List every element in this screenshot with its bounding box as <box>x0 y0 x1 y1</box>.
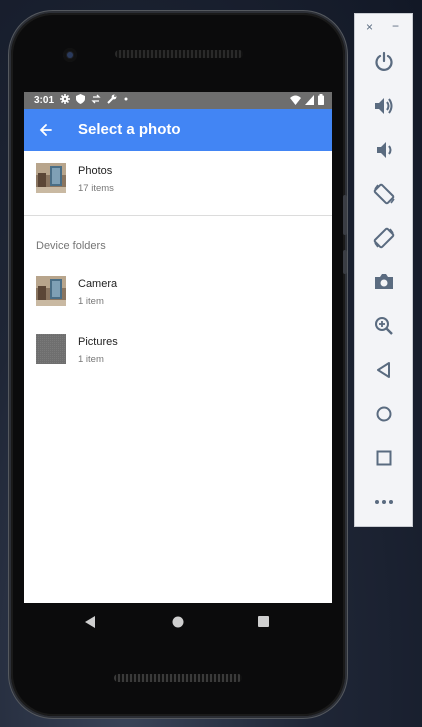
album-item-photos[interactable]: Photos 17 items <box>24 151 332 203</box>
status-right-icons <box>290 94 324 108</box>
volume-up-icon[interactable] <box>369 91 399 121</box>
wifi-icon <box>290 95 301 108</box>
status-time: 3:01 <box>34 95 55 106</box>
album-thumbnail <box>36 163 66 193</box>
folder-name: Pictures <box>78 336 118 348</box>
notification-dot-icon <box>123 94 129 107</box>
page-title: Select a photo <box>78 121 181 138</box>
overview-icon[interactable] <box>369 443 399 473</box>
section-divider <box>24 215 332 216</box>
back-icon[interactable] <box>369 355 399 385</box>
device-screen: 3:01 Select a photo Photos 17 items Devi… <box>24 92 332 603</box>
folder-item-camera[interactable]: Camera 1 item <box>24 264 332 316</box>
status-bar: 3:01 <box>24 92 332 109</box>
more-icon[interactable] <box>369 487 399 517</box>
album-name: Photos <box>78 165 113 177</box>
album-count: 17 items <box>78 183 114 194</box>
side-volume-button <box>343 195 347 235</box>
back-arrow-icon[interactable] <box>34 118 58 142</box>
zoom-icon[interactable] <box>369 311 399 341</box>
rotate-left-icon[interactable] <box>369 179 399 209</box>
side-power-button <box>343 250 347 274</box>
settings-icon <box>60 94 71 107</box>
sync-icon <box>91 94 101 107</box>
earpiece-speaker <box>115 50 243 58</box>
app-bar: Select a photo <box>24 109 332 151</box>
close-icon[interactable]: × <box>366 20 373 34</box>
camera-screenshot-icon[interactable] <box>369 267 399 297</box>
power-icon[interactable] <box>369 47 399 77</box>
folder-count: 1 item <box>78 354 104 365</box>
shield-icon <box>76 94 86 107</box>
home-icon[interactable] <box>369 399 399 429</box>
bottom-speaker <box>114 674 242 682</box>
folder-count: 1 item <box>78 296 104 307</box>
folder-name: Camera <box>78 278 118 290</box>
battery-icon <box>318 94 324 108</box>
emulator-control-panel: × − <box>354 13 413 527</box>
nav-home-icon[interactable] <box>171 615 185 629</box>
cell-signal-icon <box>305 94 314 108</box>
navigation-bar <box>24 603 332 641</box>
front-camera <box>63 48 77 62</box>
wrench-icon <box>107 94 117 107</box>
nav-back-icon[interactable] <box>84 615 96 629</box>
minimize-icon[interactable]: − <box>392 19 399 33</box>
volume-down-icon[interactable] <box>369 135 399 165</box>
nav-overview-icon[interactable] <box>257 615 270 628</box>
folder-thumbnail <box>36 276 66 306</box>
section-header: Device folders <box>36 240 106 252</box>
folder-thumbnail <box>36 334 66 364</box>
folder-item-pictures[interactable]: Pictures 1 item <box>24 322 332 374</box>
rotate-right-icon[interactable] <box>369 223 399 253</box>
